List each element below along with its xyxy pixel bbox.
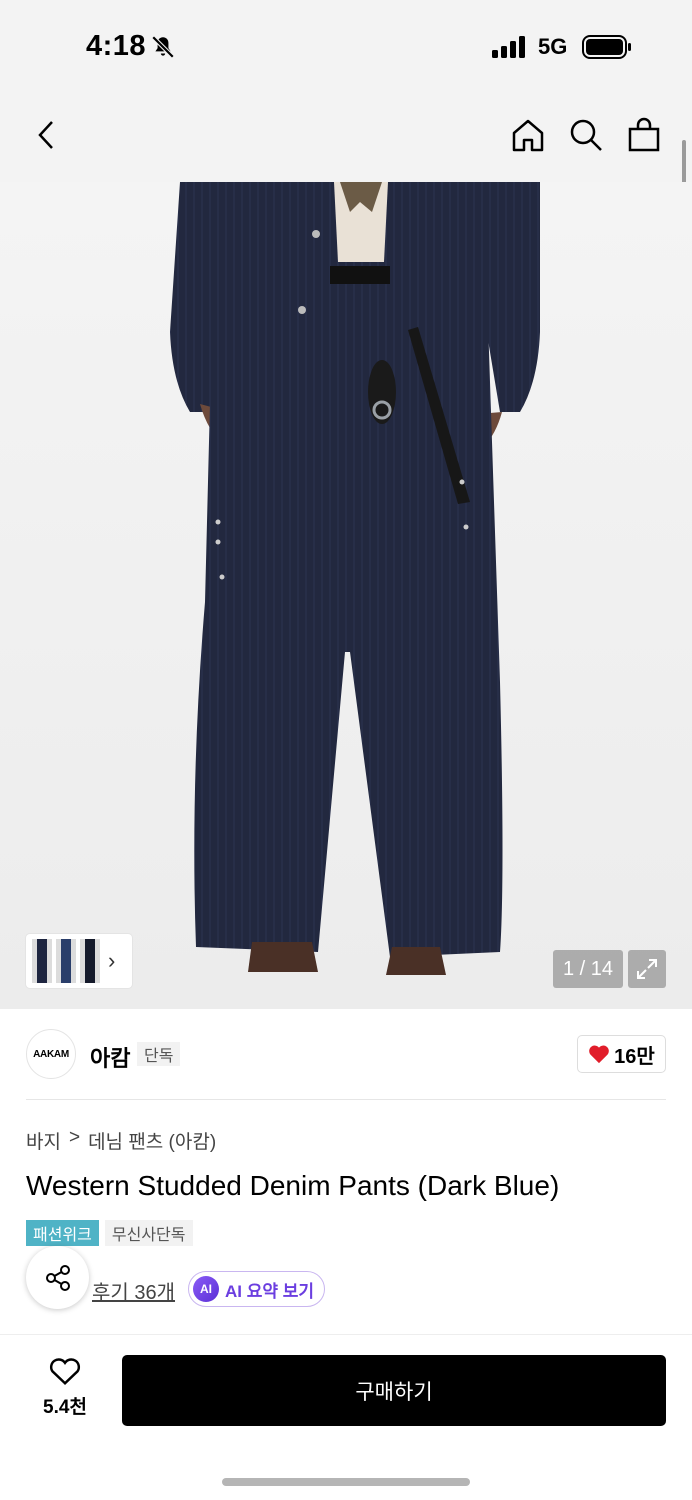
divider — [26, 1099, 666, 1100]
wishlist-count: 5.4천 — [43, 1397, 87, 1418]
brand-like-button[interactable]: 16만 — [577, 1035, 666, 1073]
buy-button[interactable]: 구매하기 — [122, 1355, 666, 1426]
thumbnail[interactable] — [80, 939, 100, 983]
top-nav — [0, 95, 692, 182]
share-icon — [45, 1264, 70, 1291]
status-bar: 4:18 5G — [0, 0, 692, 95]
brand-name[interactable]: 아캄 — [90, 1041, 130, 1073]
ai-icon: AI — [193, 1276, 219, 1302]
tag-musinsa-exclusive: 무신사단독 — [104, 1220, 193, 1246]
expand-button[interactable] — [628, 950, 666, 988]
thumbnail[interactable] — [56, 939, 76, 983]
home-button[interactable] — [508, 115, 548, 155]
thumbnail[interactable] — [32, 939, 52, 983]
brand-row: AAKAM 아캄 단독 16만 — [0, 1009, 692, 1099]
tag-fashion-week: 패션위크 — [26, 1220, 99, 1246]
chevron-right-icon: › — [108, 948, 116, 973]
shopping-bag-icon — [628, 117, 660, 152]
breadcrumb-separator: > — [68, 1127, 81, 1148]
product-image-gallery[interactable]: › 1 / 14 — [0, 182, 692, 1009]
bell-off-icon — [151, 35, 175, 59]
heart-outline-icon — [49, 1358, 81, 1385]
brand-logo[interactable]: AAKAM — [26, 1029, 76, 1079]
cart-button[interactable] — [624, 115, 664, 155]
brand-exclusive-badge: 단독 — [137, 1042, 181, 1066]
brand-like-count: 16만 — [614, 1045, 655, 1068]
review-row: 후기 36개 AI AI 요약 보기 — [26, 1246, 666, 1310]
search-button[interactable] — [566, 115, 606, 155]
ai-summary-label: AI 요약 보기 — [225, 1281, 315, 1301]
thumbnail-strip[interactable]: › — [26, 934, 132, 988]
breadcrumb: 바지 > 데님 팬츠 (아캄) — [26, 1127, 216, 1154]
chevron-left-icon — [38, 121, 53, 149]
product-title: Western Studded Denim Pants (Dark Blue) — [26, 1170, 560, 1201]
home-indicator — [222, 1478, 470, 1486]
home-icon — [512, 119, 544, 152]
image-counter: 1 / 14 — [553, 950, 623, 988]
bottom-bar-separator — [0, 1334, 692, 1335]
network-label: 5G — [538, 34, 568, 59]
breadcrumb-subcategory[interactable]: 데님 팬츠 (아캄) — [88, 1127, 216, 1154]
expand-icon — [637, 959, 657, 979]
share-button[interactable] — [26, 1246, 89, 1309]
product-tags: 패션위크 무신사단독 — [26, 1220, 193, 1246]
product-photo — [170, 182, 540, 975]
ai-summary-button[interactable]: AI AI 요약 보기 — [188, 1271, 326, 1307]
battery-icon — [582, 35, 631, 59]
status-time: 4:18 — [86, 30, 147, 62]
search-icon — [570, 119, 602, 151]
wishlist-button[interactable]: 5.4천 — [30, 1356, 100, 1419]
back-button[interactable] — [26, 115, 66, 155]
heart-filled-icon — [589, 1045, 609, 1064]
breadcrumb-category[interactable]: 바지 — [26, 1127, 61, 1154]
signal-icon — [492, 36, 525, 58]
reviews-link[interactable]: 후기 36개 — [92, 1276, 175, 1305]
